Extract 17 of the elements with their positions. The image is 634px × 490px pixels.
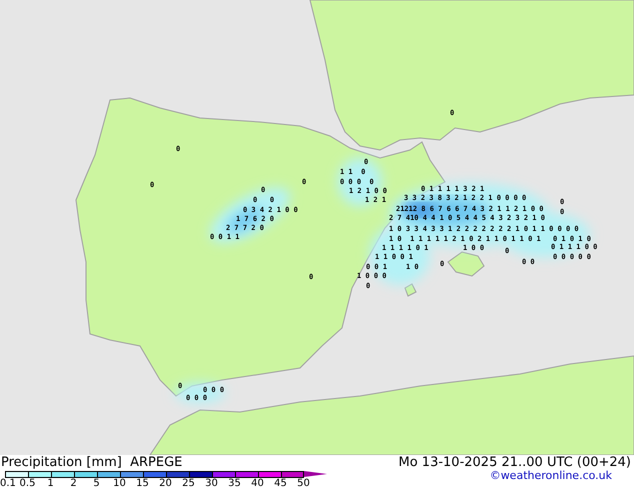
legend-tick-label: 1: [46, 478, 55, 489]
legend-tick-label: 50: [296, 478, 311, 489]
legend-tick-label: 25: [181, 478, 196, 489]
legend-tick-label: 0.1: [0, 478, 16, 489]
legend-tick-label: 2: [69, 478, 78, 489]
legend-tick-label: 15: [135, 478, 150, 489]
legend-tick-label: 35: [227, 478, 242, 489]
legend-tick-label: 30: [204, 478, 219, 489]
legend-tick-label: 10: [112, 478, 127, 489]
map-title: Precipitation [mm] ARPEGE: [0, 456, 182, 470]
credit-text: ©weatheronline.co.uk: [490, 470, 613, 482]
legend-tick-label: 40: [250, 478, 265, 489]
valid-time: Mo 13-10-2025 21..00 UTC (00+24): [398, 456, 632, 470]
legend-tick-label: 45: [273, 478, 288, 489]
legend-tick-label: 20: [158, 478, 173, 489]
legend-tick-label: 5: [92, 478, 101, 489]
legend-tick-label: 0.5: [18, 478, 36, 489]
